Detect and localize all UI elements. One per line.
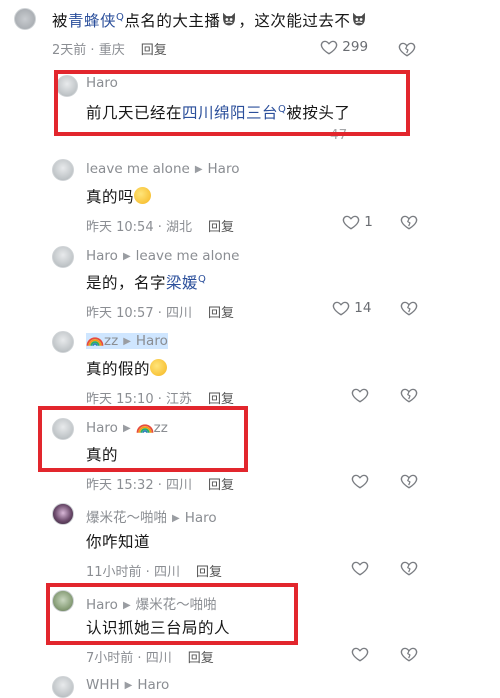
comment-author[interactable]: Haro ▶ leave me alone [86,248,239,264]
triangle-right-icon: ▶ [194,164,203,175]
comment-meta: 11小时前 · 四川 回复 [86,565,222,580]
broken-heart-icon[interactable] [400,645,418,663]
comment-content: 你咋知道 [86,533,151,551]
comment-meta: 昨天 15:10 · 江苏 回复 [86,392,235,407]
like-button[interactable]: 14 [332,299,371,317]
reply-button[interactable]: 回复 [141,43,167,58]
broken-heart-icon[interactable] [400,386,418,404]
comment-content: 真的假的 [86,357,168,379]
reply-button[interactable]: 回复 [208,306,234,321]
reply-button[interactable]: 回复 [208,220,234,235]
triangle-right-icon: ▶ [123,336,131,347]
avatar[interactable] [52,503,74,525]
like-count: 299 [342,39,369,55]
heart-outline-icon[interactable] [351,559,369,577]
comment-author[interactable]: zz ▶ Haro [86,333,168,349]
search-icon: Q [198,273,207,285]
heart-outline-icon[interactable] [351,645,369,663]
triangle-right-icon: ▶ [172,513,180,524]
comment-content: 真的吗 [86,185,152,207]
heart-outline-icon[interactable] [351,472,369,490]
laughing-emoji-icon [134,187,152,204]
heart-outline-icon [332,299,350,317]
avatar[interactable] [52,331,74,353]
comment-meta: 昨天 10:54 · 湖北 回复 [86,220,235,235]
avatar[interactable] [14,8,36,30]
like-count: 1 [364,214,373,230]
heart-outline-icon[interactable] [351,386,369,404]
like-button[interactable]: 1 [342,213,373,231]
laughing-emoji-icon [150,359,168,376]
reply-button[interactable]: 回复 [208,478,234,493]
comment-content: 被青蜂侠Q点名的大主播 ，这次能过去不 [52,9,368,31]
comment-meta: 昨天 15:32 · 四川 回复 [86,478,235,493]
like-count: 14 [354,300,372,316]
highlight-box [46,583,298,645]
triangle-right-icon: ▶ [122,251,131,262]
comment-meta: 昨天 10:57 · 四川 回复 [86,306,235,321]
comment-content: 是的，名字梁媛Q [86,273,207,292]
broken-heart-icon[interactable] [400,213,418,231]
avatar[interactable] [52,676,74,698]
avatar[interactable] [52,246,74,268]
rainbow-emoji-icon [86,334,104,347]
reply-button[interactable]: 回复 [196,565,222,580]
reply-button[interactable]: 回复 [208,392,234,407]
comment-author[interactable]: leave me alone ▶ Haro [86,161,239,177]
comment-meta: 2天前 · 重庆 回复 [52,43,167,58]
reply-button[interactable]: 回复 [188,651,214,666]
search-link[interactable]: 青蜂侠 [68,12,116,30]
broken-heart-icon[interactable] [398,40,416,58]
highlight-box [38,406,248,472]
comment-author[interactable]: WHH ▶ Haro [86,677,169,693]
search-link[interactable]: 梁媛 [166,274,198,292]
heart-outline-icon [320,38,338,56]
broken-heart-icon[interactable] [400,472,418,490]
avatar[interactable] [52,159,74,181]
like-button[interactable]: 299 [320,38,368,56]
triangle-right-icon: ▶ [124,680,133,691]
highlight-box [54,70,410,136]
broken-heart-icon[interactable] [400,559,418,577]
comment-meta: 7小时前 · 四川 回复 [86,651,214,666]
broken-heart-icon[interactable] [400,299,418,317]
comment-author[interactable]: 爆米花～啪啪 ▶ Haro [86,506,217,526]
heart-outline-icon [342,213,360,231]
